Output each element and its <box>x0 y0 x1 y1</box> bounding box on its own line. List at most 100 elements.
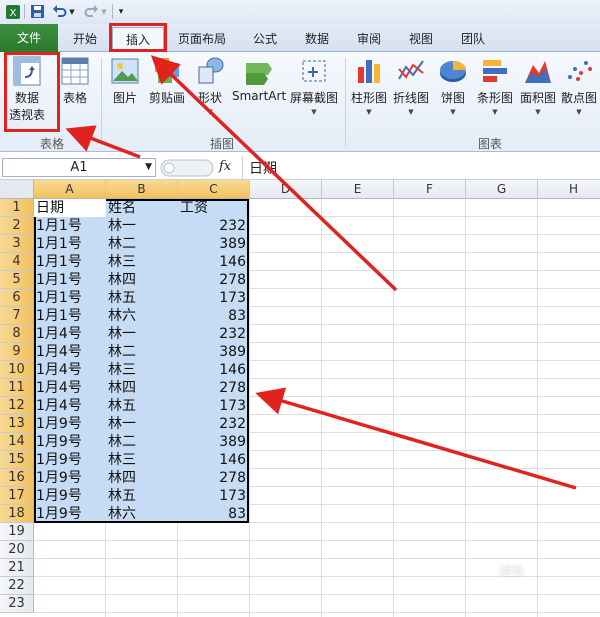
row-header-19[interactable]: 19 <box>0 523 34 541</box>
cell-a6[interactable]: 1月1号 <box>36 289 104 307</box>
customize-toolbar-icon[interactable]: ▾ <box>116 3 126 20</box>
cell-b4[interactable]: 林三 <box>108 253 176 271</box>
row-header-4[interactable]: 4 <box>0 253 34 271</box>
scatter-chart-button[interactable]: 散点图 ▼ <box>558 55 600 116</box>
cell-a17[interactable]: 1月9号 <box>36 487 104 505</box>
formula-input[interactable]: 日期 <box>249 158 277 178</box>
tab-home[interactable]: 开始 <box>62 27 108 52</box>
clipart-button[interactable]: 剪贴画 <box>146 55 188 106</box>
row-header-18[interactable]: 18 <box>0 505 34 523</box>
shapes-button[interactable]: 形状 ▼ <box>192 55 228 116</box>
cell-a16[interactable]: 1月9号 <box>36 469 104 487</box>
row-header-11[interactable]: 11 <box>0 379 34 397</box>
cell-b9[interactable]: 林二 <box>108 343 176 361</box>
bar-chart-button[interactable]: 条形图 ▼ <box>474 55 516 116</box>
cell-c18[interactable]: 83 <box>180 505 246 523</box>
cell-b3[interactable]: 林二 <box>108 235 176 253</box>
row-header-16[interactable]: 16 <box>0 469 34 487</box>
cell-c5[interactable]: 278 <box>180 271 246 289</box>
picture-button[interactable]: 图片 <box>107 55 143 106</box>
cell-c3[interactable]: 389 <box>180 235 246 253</box>
cell-c9[interactable]: 389 <box>180 343 246 361</box>
cell-c17[interactable]: 173 <box>180 487 246 505</box>
cell-c11[interactable]: 278 <box>180 379 246 397</box>
screenshot-button[interactable]: 屏幕截图 ▼ <box>288 55 340 116</box>
col-header-h[interactable]: H <box>538 180 600 199</box>
cell-b6[interactable]: 林五 <box>108 289 176 307</box>
row-header-7[interactable]: 7 <box>0 307 34 325</box>
row-header-14[interactable]: 14 <box>0 433 34 451</box>
cell-b11[interactable]: 林四 <box>108 379 176 397</box>
insert-function-icon[interactable]: fx <box>219 159 231 174</box>
cell-c1[interactable]: 工资 <box>180 199 246 217</box>
col-header-a[interactable]: A <box>34 180 106 199</box>
cell-a15[interactable]: 1月9号 <box>36 451 104 469</box>
cell-a13[interactable]: 1月9号 <box>36 415 104 433</box>
cell-b8[interactable]: 林一 <box>108 325 176 343</box>
pie-chart-button[interactable]: 饼图 ▼ <box>436 55 470 116</box>
tab-view[interactable]: 视图 <box>398 27 444 52</box>
row-header-3[interactable]: 3 <box>0 235 34 253</box>
undo-icon[interactable] <box>50 3 68 20</box>
tab-review[interactable]: 审阅 <box>346 27 392 52</box>
cell-c6[interactable]: 173 <box>180 289 246 307</box>
row-header-10[interactable]: 10 <box>0 361 34 379</box>
row-header-6[interactable]: 6 <box>0 289 34 307</box>
cell-a14[interactable]: 1月9号 <box>36 433 104 451</box>
cell-c10[interactable]: 146 <box>180 361 246 379</box>
cell-b10[interactable]: 林三 <box>108 361 176 379</box>
smartart-button[interactable]: SmartArt <box>232 55 286 103</box>
worksheet-grid[interactable]: A B C D E F G H 1 2 3 4 5 6 7 8 9 10 11 12 13 14 15 16 1… <box>0 180 600 617</box>
col-header-b[interactable]: B <box>106 180 178 199</box>
cell-a18[interactable]: 1月9号 <box>36 505 104 523</box>
cell-b17[interactable]: 林五 <box>108 487 176 505</box>
tab-page-layout[interactable]: 页面布局 <box>170 27 234 52</box>
redo-icon[interactable] <box>82 3 100 20</box>
select-all-corner[interactable] <box>0 180 34 199</box>
tab-file[interactable]: 文件 <box>0 24 58 52</box>
excel-app-icon[interactable]: X <box>4 3 22 20</box>
row-header-5[interactable]: 5 <box>0 271 34 289</box>
cell-b7[interactable]: 林六 <box>108 307 176 325</box>
cell-c4[interactable]: 146 <box>180 253 246 271</box>
cell-a10[interactable]: 1月4号 <box>36 361 104 379</box>
cell-c2[interactable]: 232 <box>180 217 246 235</box>
cell-a8[interactable]: 1月4号 <box>36 325 104 343</box>
col-header-f[interactable]: F <box>394 180 466 199</box>
row-header-12[interactable]: 12 <box>0 397 34 415</box>
row-header-17[interactable]: 17 <box>0 487 34 505</box>
cell-c7[interactable]: 83 <box>180 307 246 325</box>
col-header-d[interactable]: D <box>250 180 322 199</box>
col-header-c[interactable]: C <box>178 180 250 199</box>
row-header-20[interactable]: 20 <box>0 541 34 559</box>
row-header-9[interactable]: 9 <box>0 343 34 361</box>
formula-bar-resize-handle[interactable] <box>160 159 214 177</box>
chevron-down-icon[interactable]: ▼ <box>145 159 152 176</box>
row-header-21[interactable]: 21 <box>0 559 34 577</box>
cell-b13[interactable]: 林一 <box>108 415 176 433</box>
redo-dropdown-icon[interactable]: ▼ <box>100 3 108 20</box>
cell-a12[interactable]: 1月4号 <box>36 397 104 415</box>
cell-b5[interactable]: 林四 <box>108 271 176 289</box>
cell-c12[interactable]: 173 <box>180 397 246 415</box>
cell-b2[interactable]: 林一 <box>108 217 176 235</box>
row-header-8[interactable]: 8 <box>0 325 34 343</box>
row-header-2[interactable]: 2 <box>0 217 34 235</box>
cell-b14[interactable]: 林二 <box>108 433 176 451</box>
col-header-g[interactable]: G <box>466 180 538 199</box>
cell-c14[interactable]: 389 <box>180 433 246 451</box>
tab-data[interactable]: 数据 <box>294 27 340 52</box>
cell-a11[interactable]: 1月4号 <box>36 379 104 397</box>
cell-b18[interactable]: 林六 <box>108 505 176 523</box>
cell-a9[interactable]: 1月4号 <box>36 343 104 361</box>
table-button[interactable]: 表格 <box>57 55 93 106</box>
row-header-1[interactable]: 1 <box>0 199 34 217</box>
cell-c16[interactable]: 278 <box>180 469 246 487</box>
area-chart-button[interactable]: 面积图 ▼ <box>518 55 558 116</box>
row-header-23[interactable]: 23 <box>0 595 34 613</box>
cell-b16[interactable]: 林四 <box>108 469 176 487</box>
undo-dropdown-icon[interactable]: ▼ <box>68 3 76 20</box>
cell-a5[interactable]: 1月1号 <box>36 271 104 289</box>
cell-b1[interactable]: 姓名 <box>108 199 176 217</box>
cell-a1[interactable]: 日期 <box>36 199 104 217</box>
